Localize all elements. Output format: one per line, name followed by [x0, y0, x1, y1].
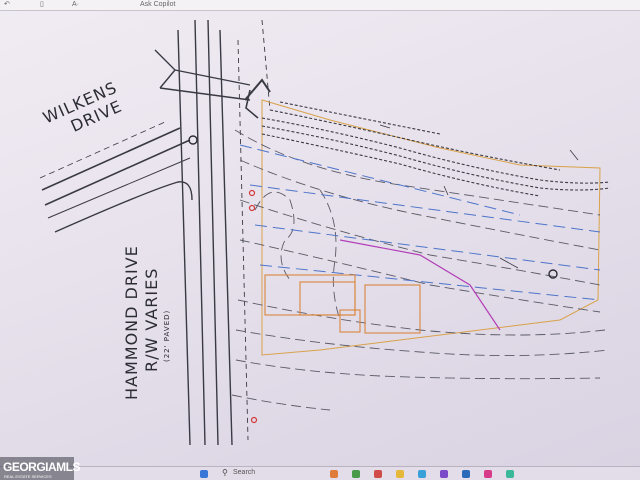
- app-icon-6[interactable]: [440, 470, 448, 478]
- hammond-drive-label: HAMMOND DRIVE R/W VARIES (22' PAVED): [122, 245, 172, 400]
- property-boundary: [261, 99, 601, 356]
- hammond-drive-road: [177, 19, 271, 446]
- misc-linework: [379, 124, 579, 269]
- hammond-label-line1: HAMMOND DRIVE: [122, 245, 141, 400]
- app-icon-7[interactable]: [462, 470, 470, 478]
- screen: ↶ ▯ A· Ask Copilot WILKENS DRIVE HAMMOND…: [0, 0, 640, 480]
- app-icon-3[interactable]: [374, 470, 382, 478]
- watermark-tagline: REAL ESTATE SERVICES: [4, 474, 52, 479]
- building-footprint: [264, 274, 421, 334]
- app-icon-1[interactable]: [330, 470, 338, 478]
- site-plan-drawing: [39, 19, 611, 446]
- search-icon[interactable]: ⚲: [222, 468, 228, 477]
- app-icon-4[interactable]: [396, 470, 404, 478]
- hammond-label-line2: R/W VARIES: [142, 267, 161, 372]
- driveway: [154, 49, 271, 119]
- survey-points: [188, 135, 558, 279]
- creek-hatching: [261, 101, 611, 197]
- app-icon-8[interactable]: [484, 470, 492, 478]
- hammond-label-note: (22' PAVED): [163, 309, 171, 362]
- windows-start-icon[interactable]: [200, 470, 208, 478]
- georgia-mls-watermark: GEORGIAMLS REAL ESTATE SERVICES: [0, 457, 81, 480]
- taskbar-search-box[interactable]: Search: [233, 469, 255, 476]
- watermark-brand: GEORGIAMLS: [3, 460, 81, 474]
- app-icon-5[interactable]: [418, 470, 426, 478]
- app-icon-2[interactable]: [352, 470, 360, 478]
- taskbar: ⚲ Search: [0, 466, 640, 480]
- app-icon-9[interactable]: [506, 470, 514, 478]
